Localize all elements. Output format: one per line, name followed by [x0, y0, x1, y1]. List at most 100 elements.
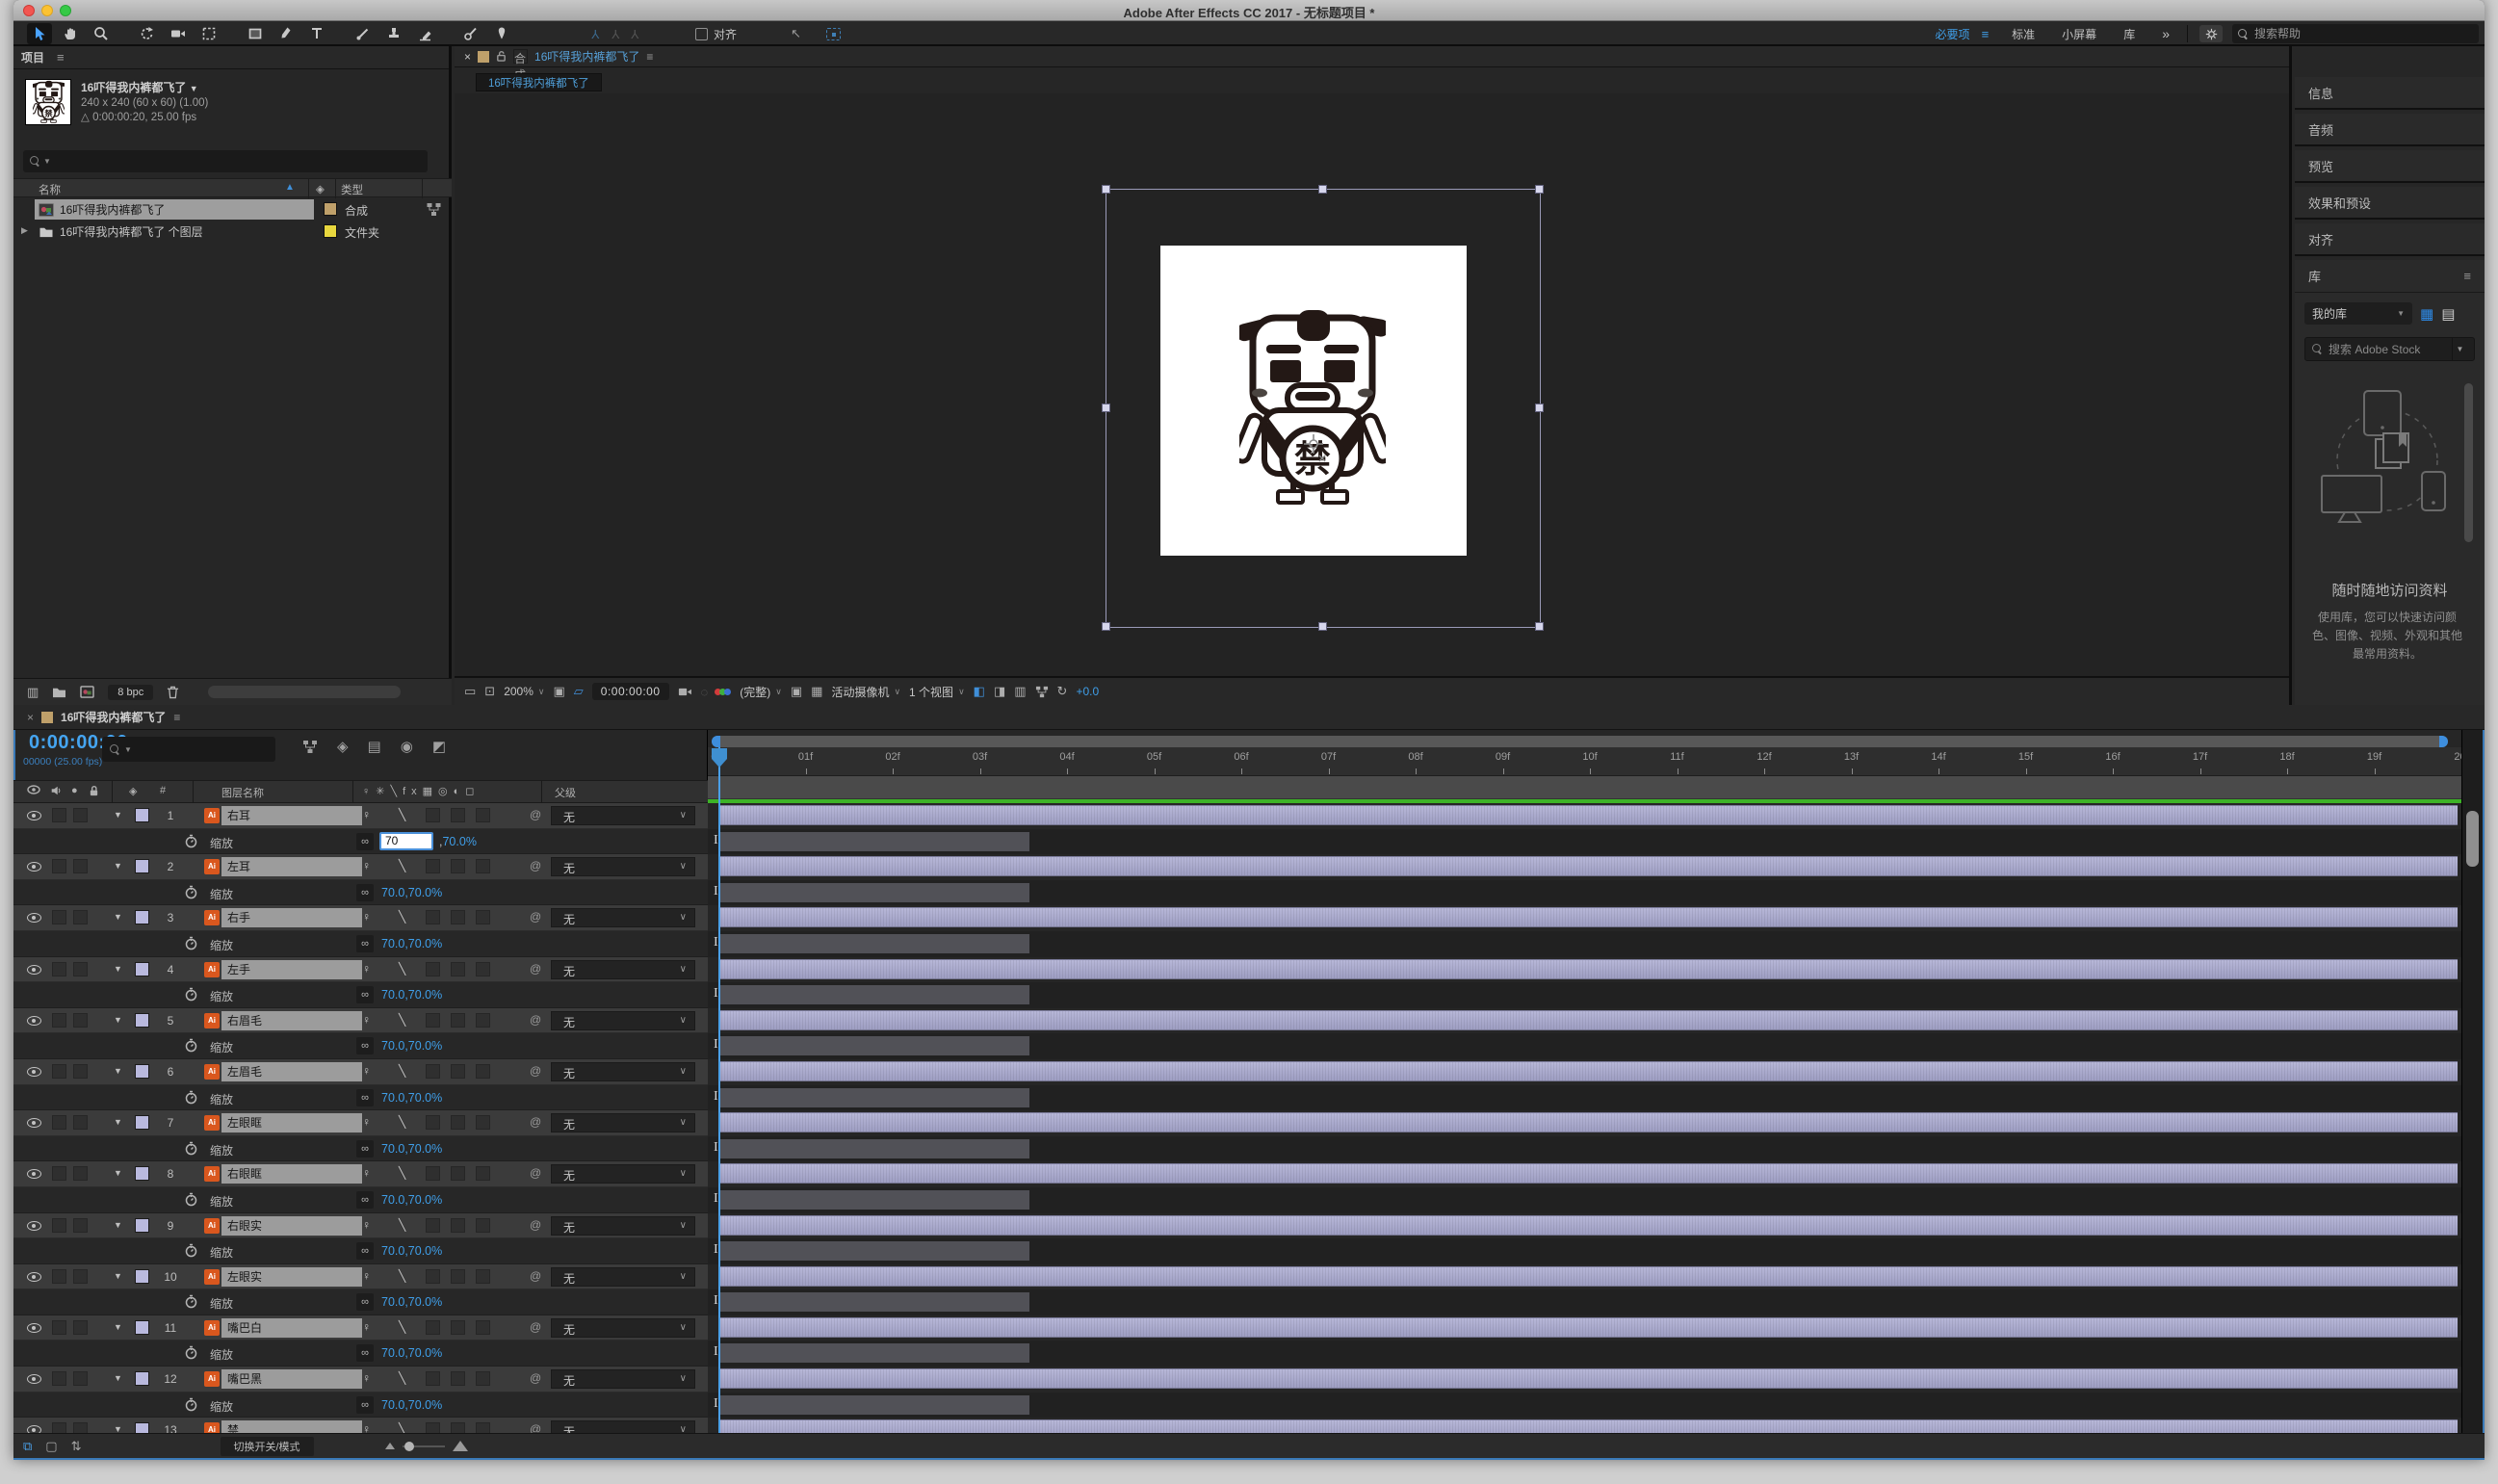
- scale-property-row[interactable]: 缩放 ∞ 70.0,70.0%: [13, 1341, 708, 1367]
- exposure-value[interactable]: +0.0: [1076, 685, 1099, 698]
- trash-icon[interactable]: [167, 686, 179, 699]
- expand-transfer-controls-icon[interactable]: ▢: [45, 1439, 57, 1454]
- effect-cell[interactable]: [426, 1013, 440, 1028]
- layer-row[interactable]: ▼ 9 Ai 右眼实 ♀ ╲ @ 无∨: [13, 1213, 708, 1239]
- frame-blend-cell[interactable]: [451, 1013, 465, 1028]
- label-swatch[interactable]: [324, 224, 337, 238]
- motion-blur-icon[interactable]: ◉: [401, 738, 413, 755]
- layer-track-bar[interactable]: [708, 1315, 2461, 1341]
- world-axis-icon[interactable]: Y: [611, 27, 620, 41]
- shy-switch-icon[interactable]: ♀: [362, 859, 371, 872]
- solo-cell[interactable]: [73, 1371, 88, 1386]
- parent-pickwhip-icon[interactable]: @: [530, 1013, 541, 1027]
- solo-cell[interactable]: [73, 1422, 88, 1433]
- motion-blur-cell[interactable]: [476, 859, 490, 873]
- chevron-down-icon[interactable]: ▼: [2452, 338, 2467, 360]
- quality-switch-icon[interactable]: ╲: [399, 1115, 405, 1129]
- pen-tool[interactable]: [273, 23, 299, 44]
- quality-switch-icon[interactable]: ╲: [399, 910, 405, 924]
- layer-color-label[interactable]: [135, 910, 149, 924]
- audio-cell[interactable]: [52, 1115, 66, 1130]
- scale-value[interactable]: 70.0,70.0%: [381, 1244, 442, 1258]
- shy-switch-icon[interactable]: ♀: [362, 910, 371, 924]
- frame-blending-icon[interactable]: ▤: [368, 738, 381, 755]
- shy-switch-icon[interactable]: ♀: [362, 1320, 371, 1334]
- layer-color-label[interactable]: [135, 1422, 149, 1433]
- parent-select[interactable]: 无∨: [551, 1062, 695, 1081]
- new-folder-icon[interactable]: [52, 686, 66, 698]
- layer-name[interactable]: 右眉毛: [221, 1011, 362, 1030]
- layer-track-bar[interactable]: [708, 1264, 2461, 1290]
- solo-cell[interactable]: [73, 1013, 88, 1028]
- expander-icon[interactable]: ▼: [114, 1117, 122, 1127]
- shy-switch-icon[interactable]: ♀: [362, 808, 371, 821]
- chevron-down-icon[interactable]: ▼: [190, 84, 198, 93]
- help-search-input[interactable]: [2254, 27, 2447, 40]
- effect-cell[interactable]: [426, 1422, 440, 1433]
- toggle-switches-modes-button[interactable]: 切换开关/模式: [221, 1437, 314, 1456]
- constrain-link-icon[interactable]: ∞: [356, 935, 374, 952]
- library-collection-select[interactable]: 我的库▼: [2304, 302, 2412, 325]
- layer-track-bar[interactable]: [708, 1059, 2461, 1085]
- tab-2[interactable]: 预览: [2295, 150, 2485, 183]
- constrain-link-icon[interactable]: ∞: [356, 1140, 374, 1158]
- mini-flowchart-icon[interactable]: [426, 202, 442, 217]
- work-area-bar[interactable]: [712, 736, 2448, 747]
- frame-blend-cell[interactable]: [451, 1218, 465, 1233]
- parent-pickwhip-icon[interactable]: @: [530, 859, 541, 872]
- snapshot-camera-icon[interactable]: [678, 687, 692, 697]
- expander-icon[interactable]: ▼: [114, 1271, 122, 1281]
- visibility-eye-icon[interactable]: [27, 1323, 41, 1333]
- solo-cell[interactable]: [73, 1115, 88, 1130]
- horizontal-scrollbar[interactable]: [208, 686, 401, 698]
- timeline-vertical-scrollbar[interactable]: [2461, 730, 2483, 1433]
- snap-checkbox[interactable]: [695, 28, 708, 40]
- solo-cell[interactable]: [73, 808, 88, 822]
- scale-label[interactable]: 缩放: [210, 937, 233, 953]
- selection-handle[interactable]: [1535, 185, 1544, 194]
- grid-view-icon[interactable]: ▦: [2420, 305, 2433, 323]
- layer-name[interactable]: 左眼眶: [221, 1113, 362, 1133]
- scale-value[interactable]: 70.0,70.0%: [381, 1142, 442, 1156]
- stopwatch-icon[interactable]: [185, 1397, 197, 1412]
- clone-stamp-tool[interactable]: [381, 23, 406, 44]
- share-view-icon[interactable]: ◧: [974, 684, 985, 699]
- keyframe-marker[interactable]: I: [714, 884, 718, 899]
- scale-value[interactable]: 70.0,70.0%: [381, 1039, 442, 1053]
- magnification-select[interactable]: 200%∨: [504, 685, 544, 698]
- zoom-in-icon[interactable]: [453, 1441, 468, 1451]
- layer-row[interactable]: ▼ 1 Ai 右耳 ♀ ╲ @ 无∨: [13, 803, 708, 829]
- panel-menu-icon[interactable]: ≡: [646, 50, 653, 64]
- transparency-grid-icon[interactable]: ▦: [811, 684, 822, 699]
- solo-cell[interactable]: [73, 1320, 88, 1335]
- selection-handle[interactable]: [1535, 404, 1544, 412]
- layer-track-bar[interactable]: [708, 905, 2461, 931]
- quality-switch-icon[interactable]: ╲: [399, 962, 405, 976]
- shy-switch-icon[interactable]: ♀: [362, 1064, 371, 1078]
- motion-blur-cell[interactable]: [476, 1013, 490, 1028]
- layer-color-label[interactable]: [135, 1115, 149, 1130]
- workspace-2[interactable]: 小屏幕: [2062, 26, 2096, 42]
- panel-menu-icon[interactable]: ≡: [173, 711, 180, 724]
- audio-cell[interactable]: [52, 1064, 66, 1079]
- frame-blend-cell[interactable]: [451, 1320, 465, 1335]
- resolution-select[interactable]: (完整)∨: [740, 684, 782, 700]
- layer-name[interactable]: 禁: [221, 1420, 362, 1433]
- workspace-overflow-button[interactable]: »: [2162, 26, 2170, 41]
- tab-libraries[interactable]: 库: [2308, 267, 2321, 285]
- scale-x-input[interactable]: 70: [379, 832, 433, 850]
- visibility-eye-icon[interactable]: [27, 1118, 41, 1128]
- stopwatch-icon[interactable]: [185, 834, 197, 848]
- audio-cell[interactable]: [52, 859, 66, 873]
- interpret-footage-icon[interactable]: ▥: [27, 685, 39, 700]
- scale-label[interactable]: 缩放: [210, 1039, 233, 1055]
- local-axis-icon[interactable]: Y: [591, 27, 600, 41]
- timeline-search-box[interactable]: ▼: [102, 737, 275, 762]
- motion-blur-cell[interactable]: [476, 1166, 490, 1181]
- layer-track-bar[interactable]: [708, 1418, 2461, 1433]
- layer-name[interactable]: 嘴巴白: [221, 1318, 362, 1338]
- bit-depth-button[interactable]: 8 bpc: [108, 685, 153, 700]
- keyframe-marker[interactable]: I: [714, 1140, 718, 1156]
- solo-cell[interactable]: [73, 859, 88, 873]
- tab-0[interactable]: 信息: [2295, 77, 2485, 110]
